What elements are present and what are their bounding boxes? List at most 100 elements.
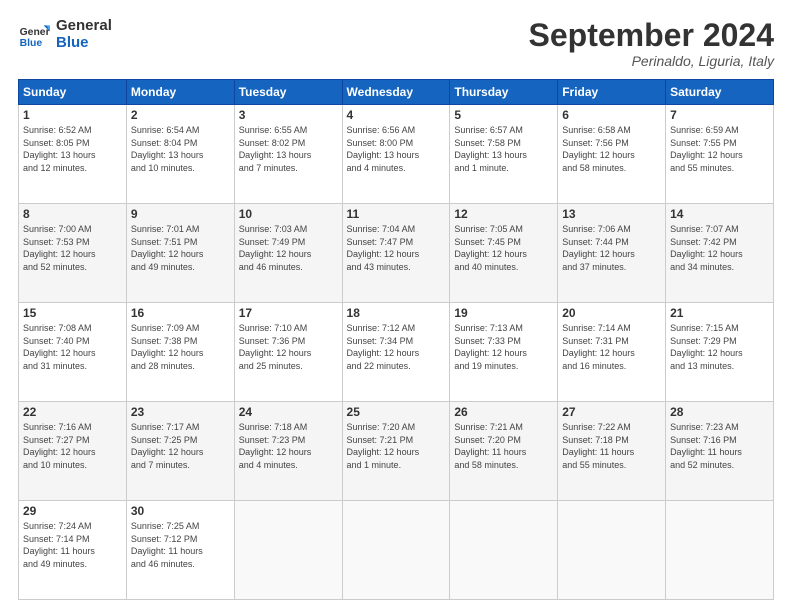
- day-cell: 26Sunrise: 7:21 AM Sunset: 7:20 PM Dayli…: [450, 402, 558, 501]
- day-cell: 8Sunrise: 7:00 AM Sunset: 7:53 PM Daylig…: [19, 204, 127, 303]
- week-row-3: 15 Sunrise: 7:08 AM Sunset: 7:40 PM Dayli…: [19, 303, 774, 402]
- day-info: Sunrise: 7:22 AM Sunset: 7:18 PM Dayligh…: [562, 421, 661, 471]
- day-cell: 18 Sunrise: 7:12 AM Sunset: 7:34 PM Dayli…: [342, 303, 450, 402]
- day-cell: 28Sunrise: 7:23 AM Sunset: 7:16 PM Dayli…: [666, 402, 774, 501]
- weekday-header-wednesday: Wednesday: [342, 80, 450, 105]
- day-number: 9: [131, 207, 230, 221]
- day-number: 2: [131, 108, 230, 122]
- week-row-1: 1 Sunrise: 6:52 AM Sunset: 8:05 PM Daylig…: [19, 105, 774, 204]
- day-number: 24: [239, 405, 338, 419]
- svg-text:General: General: [20, 27, 50, 38]
- day-cell: 27 Sunrise: 7:22 AM Sunset: 7:18 PM Dayli…: [558, 402, 666, 501]
- day-info: Sunrise: 7:07 AM Sunset: 7:42 PM Dayligh…: [670, 223, 769, 273]
- day-cell: 14 Sunrise: 7:07 AM Sunset: 7:42 PM Dayli…: [666, 204, 774, 303]
- day-number: 19: [454, 306, 553, 320]
- day-info: Sunrise: 7:03 AM Sunset: 7:49 PM Dayligh…: [239, 223, 338, 273]
- day-number: 17: [239, 306, 338, 320]
- day-number: 11: [347, 207, 446, 221]
- weekday-header-row: SundayMondayTuesdayWednesdayThursdayFrid…: [19, 80, 774, 105]
- day-cell: 25 Sunrise: 7:20 AM Sunset: 7:21 PM Dayli…: [342, 402, 450, 501]
- day-number: 13: [562, 207, 661, 221]
- weekday-header-sunday: Sunday: [19, 80, 127, 105]
- day-cell: 29Sunrise: 7:24 AM Sunset: 7:14 PM Dayli…: [19, 501, 127, 600]
- day-cell: 15 Sunrise: 7:08 AM Sunset: 7:40 PM Dayli…: [19, 303, 127, 402]
- day-number: 10: [239, 207, 338, 221]
- day-cell: 16 Sunrise: 7:09 AM Sunset: 7:38 PM Dayli…: [126, 303, 234, 402]
- day-info: Sunrise: 7:06 AM Sunset: 7:44 PM Dayligh…: [562, 223, 661, 273]
- day-info: Sunrise: 7:13 AM Sunset: 7:33 PM Dayligh…: [454, 322, 553, 372]
- day-info: Sunrise: 7:16 AM Sunset: 7:27 PM Dayligh…: [23, 421, 122, 471]
- week-row-4: 22 Sunrise: 7:16 AM Sunset: 7:27 PM Dayli…: [19, 402, 774, 501]
- day-info: Sunrise: 7:20 AM Sunset: 7:21 PM Dayligh…: [347, 421, 446, 471]
- day-cell: 22 Sunrise: 7:16 AM Sunset: 7:27 PM Dayli…: [19, 402, 127, 501]
- day-info: Sunrise: 6:55 AM Sunset: 8:02 PM Dayligh…: [239, 124, 338, 174]
- day-number: 30: [131, 504, 230, 518]
- svg-text:Blue: Blue: [20, 38, 43, 49]
- day-cell: 23Sunrise: 7:17 AM Sunset: 7:25 PM Dayli…: [126, 402, 234, 501]
- day-number: 3: [239, 108, 338, 122]
- day-info: Sunrise: 7:10 AM Sunset: 7:36 PM Dayligh…: [239, 322, 338, 372]
- day-number: 5: [454, 108, 553, 122]
- day-cell: 12 Sunrise: 7:05 AM Sunset: 7:45 PM Dayli…: [450, 204, 558, 303]
- day-info: Sunrise: 7:18 AM Sunset: 7:23 PM Dayligh…: [239, 421, 338, 471]
- day-cell: 30 Sunrise: 7:25 AM Sunset: 7:12 PM Dayli…: [126, 501, 234, 600]
- day-cell: 3 Sunrise: 6:55 AM Sunset: 8:02 PM Daylig…: [234, 105, 342, 204]
- day-cell: [666, 501, 774, 600]
- day-cell: 24 Sunrise: 7:18 AM Sunset: 7:23 PM Dayli…: [234, 402, 342, 501]
- day-number: 15: [23, 306, 122, 320]
- weekday-header-saturday: Saturday: [666, 80, 774, 105]
- day-info: Sunrise: 7:05 AM Sunset: 7:45 PM Dayligh…: [454, 223, 553, 273]
- day-cell: [558, 501, 666, 600]
- day-number: 16: [131, 306, 230, 320]
- day-cell: 19 Sunrise: 7:13 AM Sunset: 7:33 PM Dayli…: [450, 303, 558, 402]
- day-cell: 11 Sunrise: 7:04 AM Sunset: 7:47 PM Dayli…: [342, 204, 450, 303]
- day-info: Sunrise: 7:04 AM Sunset: 7:47 PM Dayligh…: [347, 223, 446, 273]
- day-info: Sunrise: 7:14 AM Sunset: 7:31 PM Dayligh…: [562, 322, 661, 372]
- day-info: Sunrise: 7:25 AM Sunset: 7:12 PM Dayligh…: [131, 520, 230, 570]
- week-row-2: 8Sunrise: 7:00 AM Sunset: 7:53 PM Daylig…: [19, 204, 774, 303]
- weekday-header-thursday: Thursday: [450, 80, 558, 105]
- day-info: Sunrise: 7:24 AM Sunset: 7:14 PM Dayligh…: [23, 520, 122, 570]
- day-cell: 17 Sunrise: 7:10 AM Sunset: 7:36 PM Dayli…: [234, 303, 342, 402]
- day-info: Sunrise: 6:54 AM Sunset: 8:04 PM Dayligh…: [131, 124, 230, 174]
- logo-blue: Blue: [56, 35, 112, 52]
- day-number: 1: [23, 108, 122, 122]
- weekday-header-monday: Monday: [126, 80, 234, 105]
- header: General Blue General Blue September 2024…: [18, 18, 774, 69]
- day-info: Sunrise: 7:21 AM Sunset: 7:20 PM Dayligh…: [454, 421, 553, 471]
- logo: General Blue General Blue: [18, 18, 112, 51]
- day-cell: 13 Sunrise: 7:06 AM Sunset: 7:44 PM Dayli…: [558, 204, 666, 303]
- calendar-page: General Blue General Blue September 2024…: [0, 0, 792, 612]
- day-info: Sunrise: 6:59 AM Sunset: 7:55 PM Dayligh…: [670, 124, 769, 174]
- day-number: 21: [670, 306, 769, 320]
- day-cell: 20 Sunrise: 7:14 AM Sunset: 7:31 PM Dayli…: [558, 303, 666, 402]
- day-number: 25: [347, 405, 446, 419]
- day-info: Sunrise: 7:15 AM Sunset: 7:29 PM Dayligh…: [670, 322, 769, 372]
- day-number: 18: [347, 306, 446, 320]
- day-number: 7: [670, 108, 769, 122]
- day-info: Sunrise: 6:52 AM Sunset: 8:05 PM Dayligh…: [23, 124, 122, 174]
- day-number: 28: [670, 405, 769, 419]
- day-number: 23: [131, 405, 230, 419]
- day-number: 27: [562, 405, 661, 419]
- day-info: Sunrise: 6:57 AM Sunset: 7:58 PM Dayligh…: [454, 124, 553, 174]
- day-info: Sunrise: 7:09 AM Sunset: 7:38 PM Dayligh…: [131, 322, 230, 372]
- day-number: 20: [562, 306, 661, 320]
- day-number: 8: [23, 207, 122, 221]
- day-number: 4: [347, 108, 446, 122]
- weekday-header-tuesday: Tuesday: [234, 80, 342, 105]
- day-cell: 6Sunrise: 6:58 AM Sunset: 7:56 PM Daylig…: [558, 105, 666, 204]
- day-cell: 21 Sunrise: 7:15 AM Sunset: 7:29 PM Dayli…: [666, 303, 774, 402]
- logo-general: General: [56, 18, 112, 35]
- month-title: September 2024: [529, 18, 774, 53]
- day-number: 22: [23, 405, 122, 419]
- day-info: Sunrise: 6:56 AM Sunset: 8:00 PM Dayligh…: [347, 124, 446, 174]
- day-cell: 7 Sunrise: 6:59 AM Sunset: 7:55 PM Daylig…: [666, 105, 774, 204]
- week-row-5: 29Sunrise: 7:24 AM Sunset: 7:14 PM Dayli…: [19, 501, 774, 600]
- day-number: 14: [670, 207, 769, 221]
- day-info: Sunrise: 7:12 AM Sunset: 7:34 PM Dayligh…: [347, 322, 446, 372]
- day-number: 12: [454, 207, 553, 221]
- day-cell: 9Sunrise: 7:01 AM Sunset: 7:51 PM Daylig…: [126, 204, 234, 303]
- day-info: Sunrise: 7:08 AM Sunset: 7:40 PM Dayligh…: [23, 322, 122, 372]
- day-cell: [450, 501, 558, 600]
